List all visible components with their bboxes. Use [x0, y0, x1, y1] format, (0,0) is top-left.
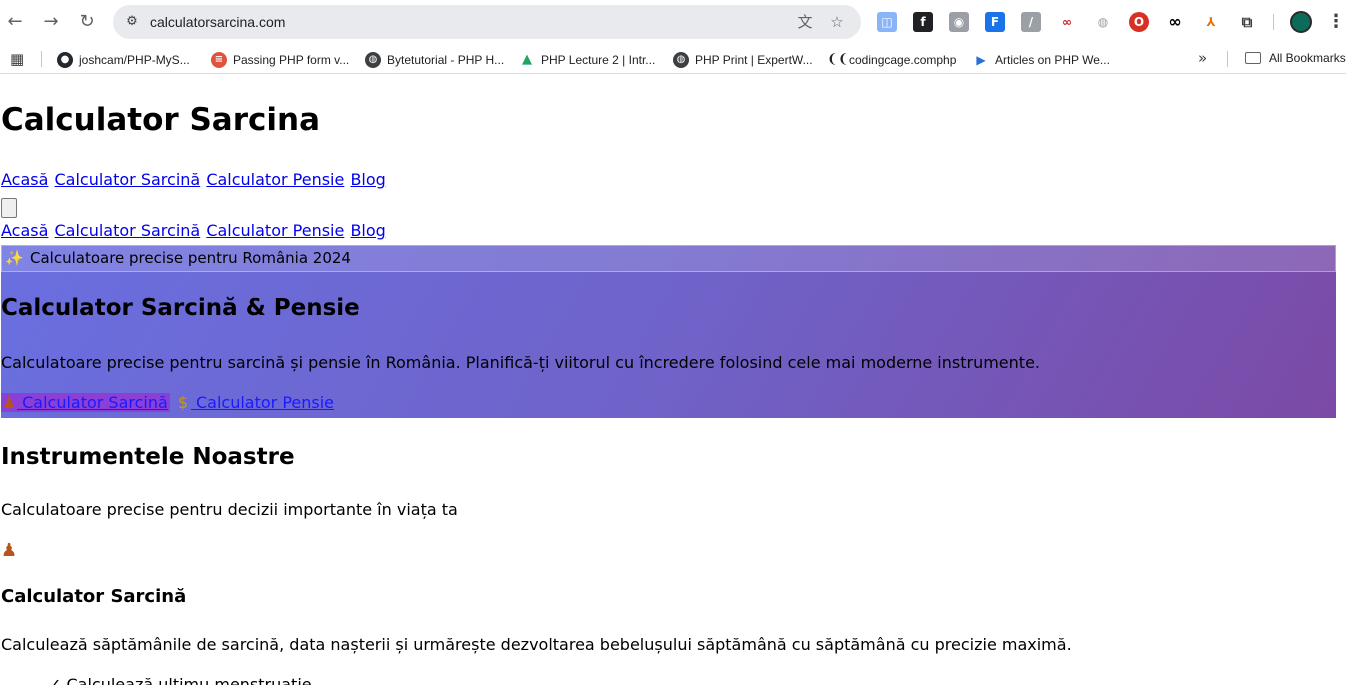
mobile-nav-link-pension[interactable]: Calculator Pensie: [206, 221, 344, 240]
bookmark-item[interactable]: ▶ Articles on PHP We...: [973, 51, 1110, 69]
pen-extension-icon[interactable]: /: [1021, 12, 1041, 32]
address-bar[interactable]: ⚙ calculatorsarcina.com 文 ☆: [113, 5, 861, 39]
hero-badge: ✨ Calculatoare precise pentru România 20…: [1, 245, 1336, 272]
bookmark-star-icon[interactable]: ☆: [827, 12, 847, 32]
site-favicon-icon: ≡: [211, 52, 227, 68]
url-text[interactable]: calculatorsarcina.com: [150, 14, 285, 30]
toolbar-divider: [1273, 14, 1274, 30]
pension-calculator-button[interactable]: $ Calculator Pensie: [175, 393, 334, 412]
bookmark-label: codingcage.comphp: [849, 53, 957, 67]
bookmark-item[interactable]: ◍ Bytetutorial - PHP H...: [365, 51, 504, 69]
bookmarks-divider: [1227, 51, 1228, 67]
all-bookmarks-label: All Bookmarks: [1269, 51, 1346, 65]
browser-toolbar: ← → ↻ ⚙ calculatorsarcina.com 文 ☆ ◫ f ◉ …: [0, 0, 1346, 44]
site-settings-icon[interactable]: ⚙: [121, 11, 143, 33]
nav-link-pregnancy[interactable]: Calculator Sarcină: [55, 170, 201, 189]
translate-icon[interactable]: 文: [795, 12, 815, 32]
hero-section: ✨ Calculatoare precise pentru România 20…: [1, 245, 1336, 418]
extension-icon-2[interactable]: f: [913, 12, 933, 32]
mobile-nav-link-pregnancy[interactable]: Calculator Sarcină: [55, 221, 201, 240]
nav-link-pension[interactable]: Calculator Pensie: [206, 170, 344, 189]
nav-link-home[interactable]: Acasă: [1, 170, 48, 189]
infinity-extension-icon[interactable]: ∞: [1165, 12, 1185, 32]
extension-icon-1[interactable]: ◫: [877, 12, 897, 32]
pregnant-person-icon: ♟: [1, 393, 17, 412]
back-icon[interactable]: ←: [3, 10, 27, 34]
extension-icon-4[interactable]: F: [985, 12, 1005, 32]
bookmark-item[interactable]: ❨❨ codingcage.comphp: [827, 51, 956, 69]
bookmarks-divider: [41, 51, 42, 67]
bookmarks-bar: ▦ ● joshcam/PHP-MyS... ≡ Passing PHP for…: [0, 44, 1346, 74]
pregnancy-button-label: Calculator Sarcină: [22, 393, 168, 412]
mobile-nav-link-blog[interactable]: Blog: [350, 221, 385, 240]
opera-extension-icon[interactable]: O: [1129, 12, 1149, 32]
bookmark-label: PHP Print | ExpertW...: [695, 53, 813, 67]
pregnant-person-icon: ♟: [1, 540, 18, 561]
link-extension-icon[interactable]: ∞: [1057, 12, 1077, 32]
hero-title: Calculator Sarcină & Pensie: [1, 295, 360, 321]
hero-badge-text: Calculatoare precise pentru România 2024: [30, 249, 351, 267]
play-icon: ▶: [973, 52, 989, 68]
bookmark-label: joshcam/PHP-MyS...: [79, 53, 190, 67]
pdf-extension-icon[interactable]: ⅄: [1201, 12, 1221, 32]
bookmark-label: Articles on PHP We...: [995, 53, 1110, 67]
globe-icon: ◍: [365, 52, 381, 68]
tools-section-subtitle: Calculatoare precise pentru decizii impo…: [1, 500, 458, 519]
bookmark-item[interactable]: ◍ PHP Print | ExpertW...: [673, 51, 813, 69]
mobile-nav: Acasă Calculator Sarcină Calculator Pens…: [1, 221, 387, 240]
site-title: Calculator Sarcina: [1, 102, 321, 138]
bookmark-label: Bytetutorial - PHP H...: [387, 53, 505, 67]
mobile-menu-toggle[interactable]: [1, 198, 17, 218]
sparkles-icon: ✨: [5, 249, 24, 267]
money-bag-icon: $: [177, 393, 188, 412]
globe-icon: ◍: [673, 52, 689, 68]
hero-cta-group: ♟ Calculator Sarcină $ Calculator Pensie: [1, 393, 334, 412]
apps-grid-icon[interactable]: ▦: [10, 50, 28, 68]
tools-section-title: Instrumentele Noastre: [1, 444, 295, 470]
globe-extension-icon[interactable]: ◍: [1093, 12, 1113, 32]
hero-description: Calculatoare precise pentru sarcină și p…: [1, 353, 1040, 372]
reload-icon[interactable]: ↻: [75, 10, 99, 34]
drive-icon: ▲: [519, 52, 535, 68]
card-description: Calculează săptămânile de sarcină, data …: [1, 635, 1072, 654]
profile-avatar[interactable]: [1290, 11, 1312, 33]
main-nav: Acasă Calculator Sarcină Calculator Pens…: [1, 170, 387, 189]
folder-icon: [1245, 52, 1261, 64]
nav-link-blog[interactable]: Blog: [350, 170, 385, 189]
codingcage-icon: ❨❨: [827, 52, 849, 68]
bookmark-label: Passing PHP form v...: [233, 53, 350, 67]
all-bookmarks-button[interactable]: All Bookmarks: [1245, 51, 1346, 65]
more-bookmarks-icon[interactable]: »: [1198, 49, 1207, 67]
card-title: Calculator Sarcină: [1, 586, 187, 607]
mobile-nav-link-home[interactable]: Acasă: [1, 221, 48, 240]
card-feature-item: ✓ Calculează ultimu menstruatie: [48, 675, 312, 685]
camera-extension-icon[interactable]: ◉: [949, 12, 969, 32]
bookmark-item[interactable]: ≡ Passing PHP form v...: [211, 51, 349, 69]
pregnancy-calculator-button[interactable]: ♟ Calculator Sarcină: [1, 393, 170, 412]
github-icon: ●: [57, 52, 73, 68]
bookmark-item[interactable]: ● joshcam/PHP-MyS...: [57, 51, 190, 69]
extensions-puzzle-icon[interactable]: ⧉: [1237, 12, 1257, 32]
forward-icon[interactable]: →: [39, 10, 63, 34]
bookmark-item[interactable]: ▲ PHP Lecture 2 | Intr...: [519, 51, 655, 69]
bookmark-label: PHP Lecture 2 | Intr...: [541, 53, 656, 67]
browser-menu-icon[interactable]: ⋮: [1327, 10, 1345, 34]
pension-button-label: Calculator Pensie: [196, 393, 335, 412]
